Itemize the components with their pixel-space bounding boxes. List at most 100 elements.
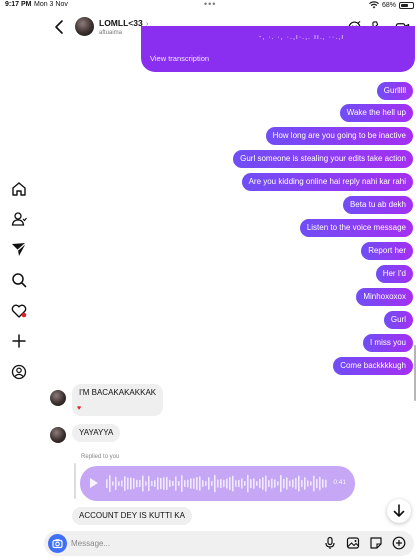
people-icon[interactable] bbox=[10, 210, 28, 228]
waveform-bar bbox=[301, 479, 303, 488]
waveform-bar bbox=[319, 476, 321, 491]
waveform-bar bbox=[205, 481, 207, 486]
waveform-bar bbox=[226, 478, 228, 489]
multitasking-dots-icon[interactable]: ••• bbox=[204, 0, 216, 9]
waveform-bar bbox=[160, 477, 162, 490]
waveform-bar bbox=[238, 479, 240, 488]
gallery-icon[interactable] bbox=[346, 536, 360, 550]
waveform-bar bbox=[235, 480, 237, 487]
wifi-icon bbox=[368, 1, 379, 9]
waveform-bar bbox=[223, 479, 225, 488]
incoming-message-text: ACCOUNT DEY IS KUTTI KA bbox=[79, 511, 185, 520]
sender-avatar[interactable] bbox=[50, 390, 66, 406]
outgoing-message[interactable]: Wake the hell up bbox=[339, 104, 413, 122]
back-icon[interactable] bbox=[52, 18, 68, 36]
waveform-bar bbox=[142, 475, 144, 492]
play-icon[interactable] bbox=[90, 478, 98, 488]
camera-icon bbox=[52, 539, 63, 549]
heart-reaction-icon[interactable]: ♥ bbox=[77, 405, 81, 412]
home-icon[interactable] bbox=[10, 180, 28, 198]
waveform-bar bbox=[313, 475, 315, 492]
waveform-bar bbox=[289, 480, 291, 487]
waveform-bar bbox=[217, 479, 219, 488]
waveform-bar bbox=[277, 481, 279, 486]
waveform-bar bbox=[187, 479, 189, 488]
waveform-bar bbox=[247, 474, 249, 493]
waveform-bar bbox=[169, 479, 171, 488]
voice-duration: 0:41 bbox=[333, 479, 346, 486]
outgoing-message[interactable]: Her I'd bbox=[375, 265, 413, 283]
incoming-message-text: I'M BACAKAKAKKAK bbox=[79, 388, 157, 397]
outgoing-message[interactable]: Come backkkkugh bbox=[333, 357, 413, 375]
waveform-bar bbox=[181, 475, 183, 492]
waveform-bar bbox=[166, 477, 168, 490]
view-transcription-link[interactable]: View transcription bbox=[150, 54, 209, 63]
scroll-down-button[interactable] bbox=[387, 499, 411, 523]
status-bar: 9:17 PM Mon 3 Nov ••• 68% bbox=[0, 0, 420, 12]
waveform-bar bbox=[130, 477, 132, 490]
scroll-down-icon bbox=[393, 504, 405, 517]
waveform-bar bbox=[175, 476, 177, 491]
chat-scrollbar[interactable] bbox=[414, 345, 416, 401]
waveform-bar bbox=[244, 481, 246, 486]
waveform-bar bbox=[109, 474, 111, 493]
waveform-bar bbox=[154, 480, 156, 487]
outgoing-message[interactable]: Gurl bbox=[383, 311, 413, 329]
search-icon[interactable] bbox=[10, 271, 28, 289]
outgoing-message[interactable]: Are you kidding online hai reply nahi ka… bbox=[241, 173, 413, 191]
waveform-bar bbox=[178, 481, 180, 486]
contact-avatar[interactable] bbox=[75, 17, 94, 36]
reply-indicator-line bbox=[74, 463, 76, 499]
outgoing-message[interactable]: Listen to the voice message bbox=[299, 219, 413, 237]
waveform-bar bbox=[118, 481, 120, 486]
outgoing-message[interactable]: Report her bbox=[361, 242, 413, 260]
waveform-bar bbox=[127, 477, 129, 490]
waveform-bar bbox=[262, 477, 264, 490]
waveform-bar bbox=[322, 479, 324, 488]
contact-username: aftuaima bbox=[99, 30, 123, 36]
voice-transcription-bubble[interactable]: -, ·. ·, ·.,ı·.,. ıı., ··.,ı View transc… bbox=[141, 26, 415, 72]
microphone-icon[interactable] bbox=[323, 536, 337, 550]
waveform-bar bbox=[139, 479, 141, 488]
composer-actions bbox=[323, 536, 406, 550]
waveform-bar bbox=[292, 479, 294, 488]
waveform-bar bbox=[199, 476, 201, 491]
notifications-icon[interactable] bbox=[10, 302, 28, 320]
incoming-message[interactable]: YAYAYYA bbox=[72, 424, 121, 442]
outgoing-message[interactable]: How long are you going to be inactive bbox=[265, 127, 413, 145]
waveform-bar bbox=[298, 475, 300, 492]
waveform bbox=[106, 474, 327, 493]
waveform-bar bbox=[259, 478, 261, 489]
outgoing-message[interactable]: Gurlllll bbox=[376, 82, 413, 100]
voice-message-bubble[interactable]: 0:41 bbox=[80, 466, 355, 501]
waveform-bar bbox=[115, 476, 117, 491]
battery-icon bbox=[399, 1, 414, 9]
message-input[interactable]: Message... bbox=[71, 539, 110, 548]
sender-avatar[interactable] bbox=[50, 427, 66, 443]
waveform-bar bbox=[286, 477, 288, 490]
waveform-bar bbox=[295, 477, 297, 490]
waveform-bar bbox=[325, 479, 327, 488]
waveform-bar bbox=[268, 480, 270, 487]
waveform-bar bbox=[157, 477, 159, 490]
add-icon[interactable] bbox=[392, 536, 406, 550]
waveform-bar bbox=[256, 481, 258, 486]
message-composer[interactable]: Message... bbox=[44, 531, 414, 556]
contact-name-text: LOMLL<33 bbox=[99, 18, 143, 28]
waveform-bar bbox=[271, 478, 273, 489]
messages-icon[interactable] bbox=[10, 240, 28, 258]
incoming-message[interactable]: ACCOUNT DEY IS KUTTI KA bbox=[72, 507, 192, 525]
outgoing-message[interactable]: Gurl someone is stealing your edits take… bbox=[233, 150, 413, 168]
create-icon[interactable] bbox=[10, 332, 28, 350]
waveform-bar bbox=[151, 480, 153, 487]
camera-button[interactable] bbox=[48, 534, 67, 553]
waveform-bar bbox=[184, 479, 186, 488]
waveform-bar bbox=[265, 475, 267, 492]
outgoing-message[interactable]: Minhoxoxox bbox=[356, 288, 413, 306]
incoming-message[interactable]: I'M BACAKAKAKKAK bbox=[72, 384, 164, 416]
waveform-bar bbox=[307, 480, 309, 487]
outgoing-message[interactable]: Beta tu ab dekh bbox=[342, 196, 413, 214]
sticker-icon[interactable] bbox=[369, 536, 383, 550]
profile-icon[interactable] bbox=[10, 363, 28, 381]
outgoing-message[interactable]: I miss you bbox=[362, 334, 413, 352]
